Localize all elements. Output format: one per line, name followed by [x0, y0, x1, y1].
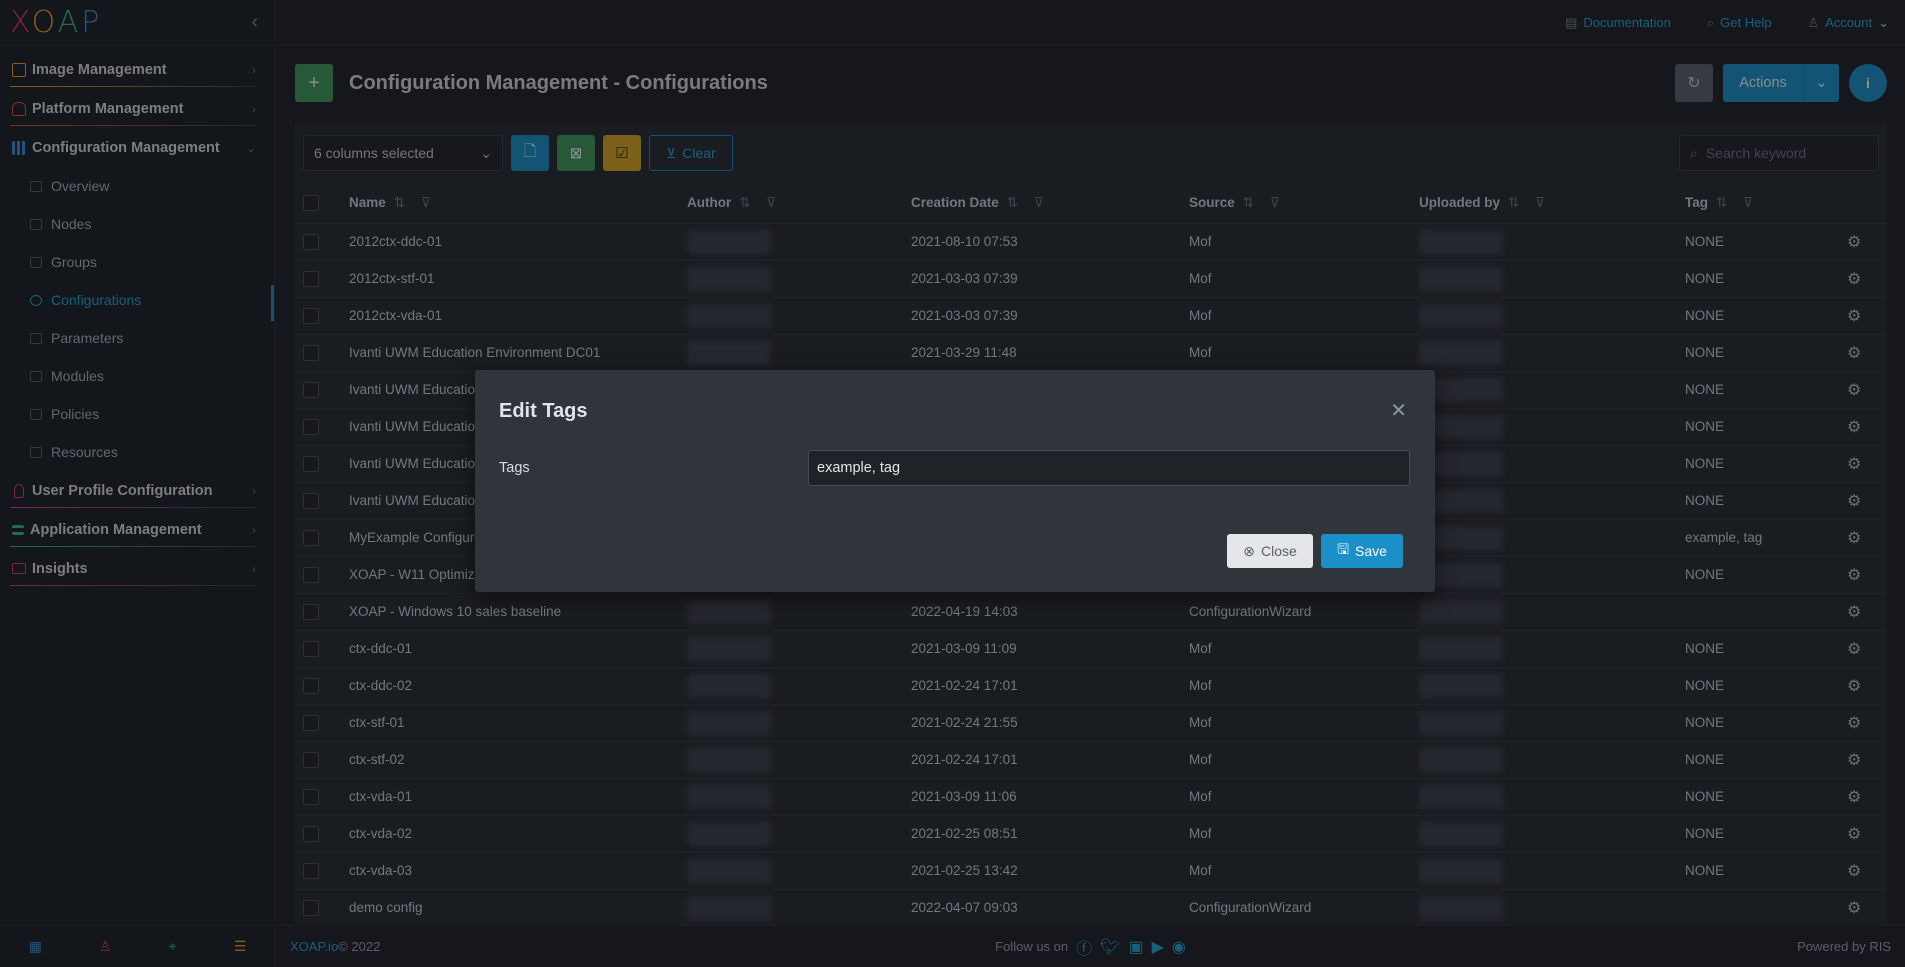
tags-field-label: Tags: [499, 460, 530, 476]
edit-tags-modal: Edit Tags ✕ Tags ⊗ Close 🖫 Save: [475, 370, 1435, 592]
close-circle-icon: ⊗: [1243, 542, 1255, 559]
close-button[interactable]: ⊗ Close: [1227, 534, 1313, 568]
tags-input[interactable]: [808, 450, 1410, 486]
save-icon: 🖫: [1337, 541, 1349, 557]
close-button-label: Close: [1260, 543, 1297, 559]
save-button[interactable]: 🖫 Save: [1321, 534, 1403, 568]
modal-title: Edit Tags: [499, 400, 588, 422]
save-button-label: Save: [1355, 543, 1387, 559]
close-icon[interactable]: ✕: [1390, 398, 1407, 423]
